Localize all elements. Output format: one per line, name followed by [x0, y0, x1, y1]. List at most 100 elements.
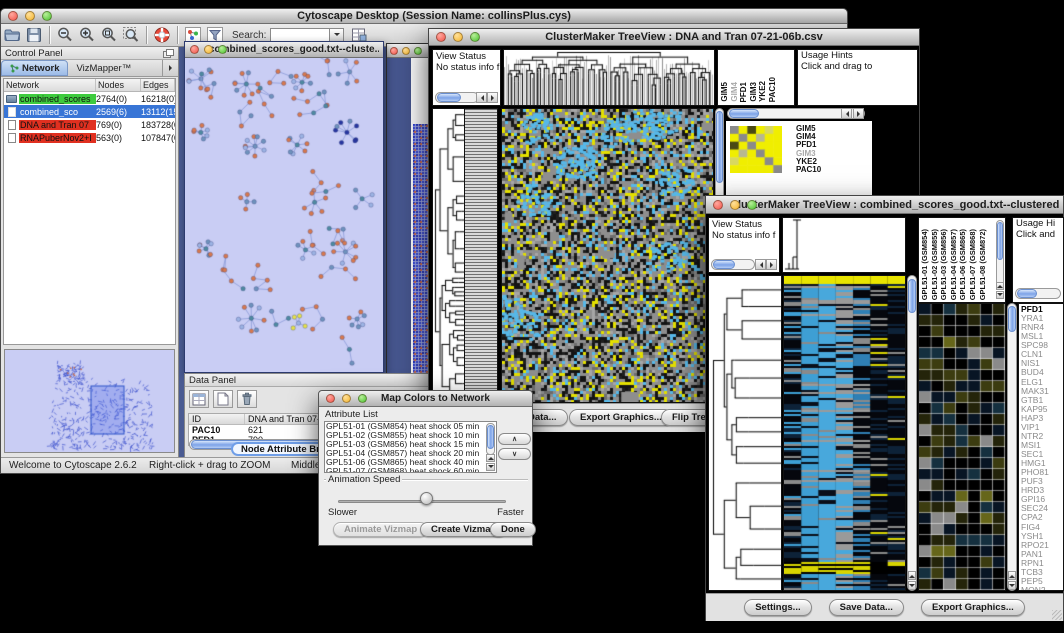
float-panel-icon[interactable] — [163, 49, 174, 58]
save-button[interactable] — [23, 25, 45, 45]
status-hint-zoom: Right-click + drag to ZOOM — [149, 460, 270, 471]
overview-canvas[interactable] — [5, 350, 175, 452]
attribute-list-item[interactable]: GPL51-07 (GSM868) heat shock 60 min — [326, 467, 485, 473]
scroll-up-button[interactable] — [996, 282, 1004, 290]
minimize-icon[interactable] — [730, 200, 740, 210]
gene-dendrogram-canvas[interactable] — [433, 109, 464, 402]
heatmap-vscrollbar[interactable] — [907, 275, 917, 591]
minimize-icon[interactable] — [402, 47, 410, 55]
network-list-row[interactable]: combined_sco2569(6)13112(15) — [4, 105, 175, 118]
scroll-left-button[interactable] — [841, 108, 852, 119]
close-icon[interactable] — [8, 11, 18, 21]
minimize-icon[interactable] — [25, 11, 35, 21]
minimize-icon[interactable] — [204, 45, 213, 54]
array-dendrogram-panel[interactable] — [782, 217, 906, 273]
tab-network[interactable]: Network — [1, 60, 68, 76]
treeview-combined-titlebar[interactable]: ClusterMaker TreeView : combined_scores_… — [706, 196, 1063, 214]
close-icon[interactable] — [713, 200, 723, 210]
done-button[interactable]: Done — [490, 522, 536, 537]
zoom-icon[interactable] — [218, 45, 227, 54]
zoom-fit-button[interactable] — [98, 25, 120, 45]
close-icon[interactable] — [436, 32, 446, 42]
network-list-row[interactable]: RNAPuberNov2+I563(0)107847(0) — [4, 131, 175, 144]
scroll-right-button[interactable] — [487, 92, 498, 103]
scroll-up-button[interactable] — [1008, 571, 1016, 580]
zoom-heatmap-panel[interactable] — [918, 303, 1006, 591]
settings-button[interactable]: Settings... — [744, 599, 811, 616]
network-canvas[interactable] — [185, 58, 383, 372]
save-data-button[interactable]: Save Data... — [829, 599, 904, 616]
network-window-titlebar[interactable]: combined_scores_good.txt--cluste... — [185, 42, 383, 58]
resize-grip[interactable] — [1052, 610, 1062, 620]
zoom-heatmap-canvas[interactable] — [730, 126, 782, 173]
column-header-network[interactable]: Network — [4, 79, 96, 91]
zoom-in-button[interactable] — [76, 25, 98, 45]
scroll-up-button[interactable] — [486, 454, 495, 462]
slider-thumb[interactable] — [420, 492, 433, 505]
delete-attribute-button[interactable] — [237, 390, 257, 408]
gene-dendrogram-canvas[interactable] — [709, 276, 781, 590]
column-header-edges[interactable]: Edges — [141, 79, 175, 91]
view-status-scrollbar[interactable] — [435, 92, 479, 103]
network-list-row[interactable]: DNA and Tran 07769(0)183728(0) — [4, 118, 175, 131]
open-file-button[interactable] — [1, 25, 23, 45]
column-labels-scrollbar[interactable] — [996, 220, 1004, 290]
heatmap-panel[interactable] — [501, 108, 714, 403]
map-colors-dialog: Map Colors to Network Attribute List GPL… — [318, 390, 533, 546]
minimize-icon[interactable] — [453, 32, 463, 42]
heatmap-panel[interactable] — [783, 275, 906, 591]
scroll-down-button[interactable] — [908, 581, 916, 590]
array-dendrogram-panel[interactable] — [503, 49, 715, 106]
scroll-left-button[interactable] — [755, 259, 766, 270]
scroll-down-button[interactable] — [996, 291, 1004, 299]
combined-heatmap-canvas[interactable] — [784, 276, 905, 590]
close-icon[interactable] — [190, 45, 199, 54]
scroll-right-button[interactable] — [766, 259, 777, 270]
usage-hints-scrollbar[interactable] — [1015, 288, 1061, 299]
zoom-icon[interactable] — [42, 11, 52, 21]
attribute-list-scrollbar[interactable] — [486, 423, 495, 455]
network-overview-panel[interactable] — [4, 349, 175, 453]
zoom-icon[interactable] — [358, 394, 367, 403]
scroll-down-button[interactable] — [486, 463, 495, 471]
scroll-down-button[interactable] — [1008, 581, 1016, 590]
move-up-button[interactable]: ∧ — [498, 433, 531, 445]
export-graphics-button[interactable]: Export Graphics... — [921, 599, 1025, 616]
gene-dendrogram-panel[interactable] — [432, 108, 465, 403]
animate-vizmap-button[interactable]: Animate Vizmap — [333, 522, 428, 537]
zoom-heatmap-canvas[interactable] — [919, 304, 1005, 590]
scroll-right-button[interactable] — [853, 108, 864, 119]
minimize-icon[interactable] — [342, 394, 351, 403]
network-list-row[interactable]: combined_scores2764(0)16218(0) — [4, 92, 175, 105]
column-header-id[interactable]: ID — [189, 414, 245, 424]
status-welcome: Welcome to Cytoscape 2.6.2 — [9, 460, 137, 471]
close-icon[interactable] — [390, 47, 398, 55]
view-status-scrollbar[interactable] — [711, 259, 755, 270]
zoom-icon[interactable] — [414, 47, 422, 55]
gene-dendrogram-panel[interactable] — [708, 275, 782, 591]
zoom-icon[interactable] — [747, 200, 757, 210]
select-attributes-button[interactable] — [189, 390, 209, 408]
tab-vizmapper[interactable]: VizMapper™ — [68, 60, 139, 76]
dna-heatmap-canvas[interactable] — [502, 109, 713, 402]
zoom-selected-button[interactable] — [120, 25, 142, 45]
array-dendrogram-canvas[interactable] — [783, 218, 905, 272]
treeview-dna-titlebar[interactable]: ClusterMaker TreeView : DNA and Tran 07-… — [429, 29, 919, 46]
scroll-left-button[interactable] — [476, 92, 487, 103]
export-graphics-button[interactable]: Export Graphics... — [569, 409, 673, 426]
gene-dendrogram-leaves[interactable] — [465, 108, 498, 403]
more-tabs-button[interactable] — [162, 60, 178, 76]
new-attribute-button[interactable] — [213, 390, 233, 408]
view-status-panel: View StatusNo status info f — [432, 49, 501, 106]
gene-labels-vscrollbar[interactable] — [1007, 303, 1017, 591]
close-icon[interactable] — [326, 394, 335, 403]
help-lifesaver-icon[interactable] — [151, 25, 173, 45]
scroll-up-button[interactable] — [908, 571, 916, 580]
zoom-out-button[interactable] — [54, 25, 76, 45]
zoom-icon[interactable] — [470, 32, 480, 42]
main-titlebar[interactable]: Cytoscape Desktop (Session Name: collins… — [1, 9, 847, 24]
move-down-button[interactable]: ∨ — [498, 448, 531, 460]
dialog-titlebar[interactable]: Map Colors to Network — [319, 391, 532, 407]
array-dendrogram-canvas[interactable] — [504, 50, 714, 105]
column-header-nodes[interactable]: Nodes — [96, 79, 141, 91]
